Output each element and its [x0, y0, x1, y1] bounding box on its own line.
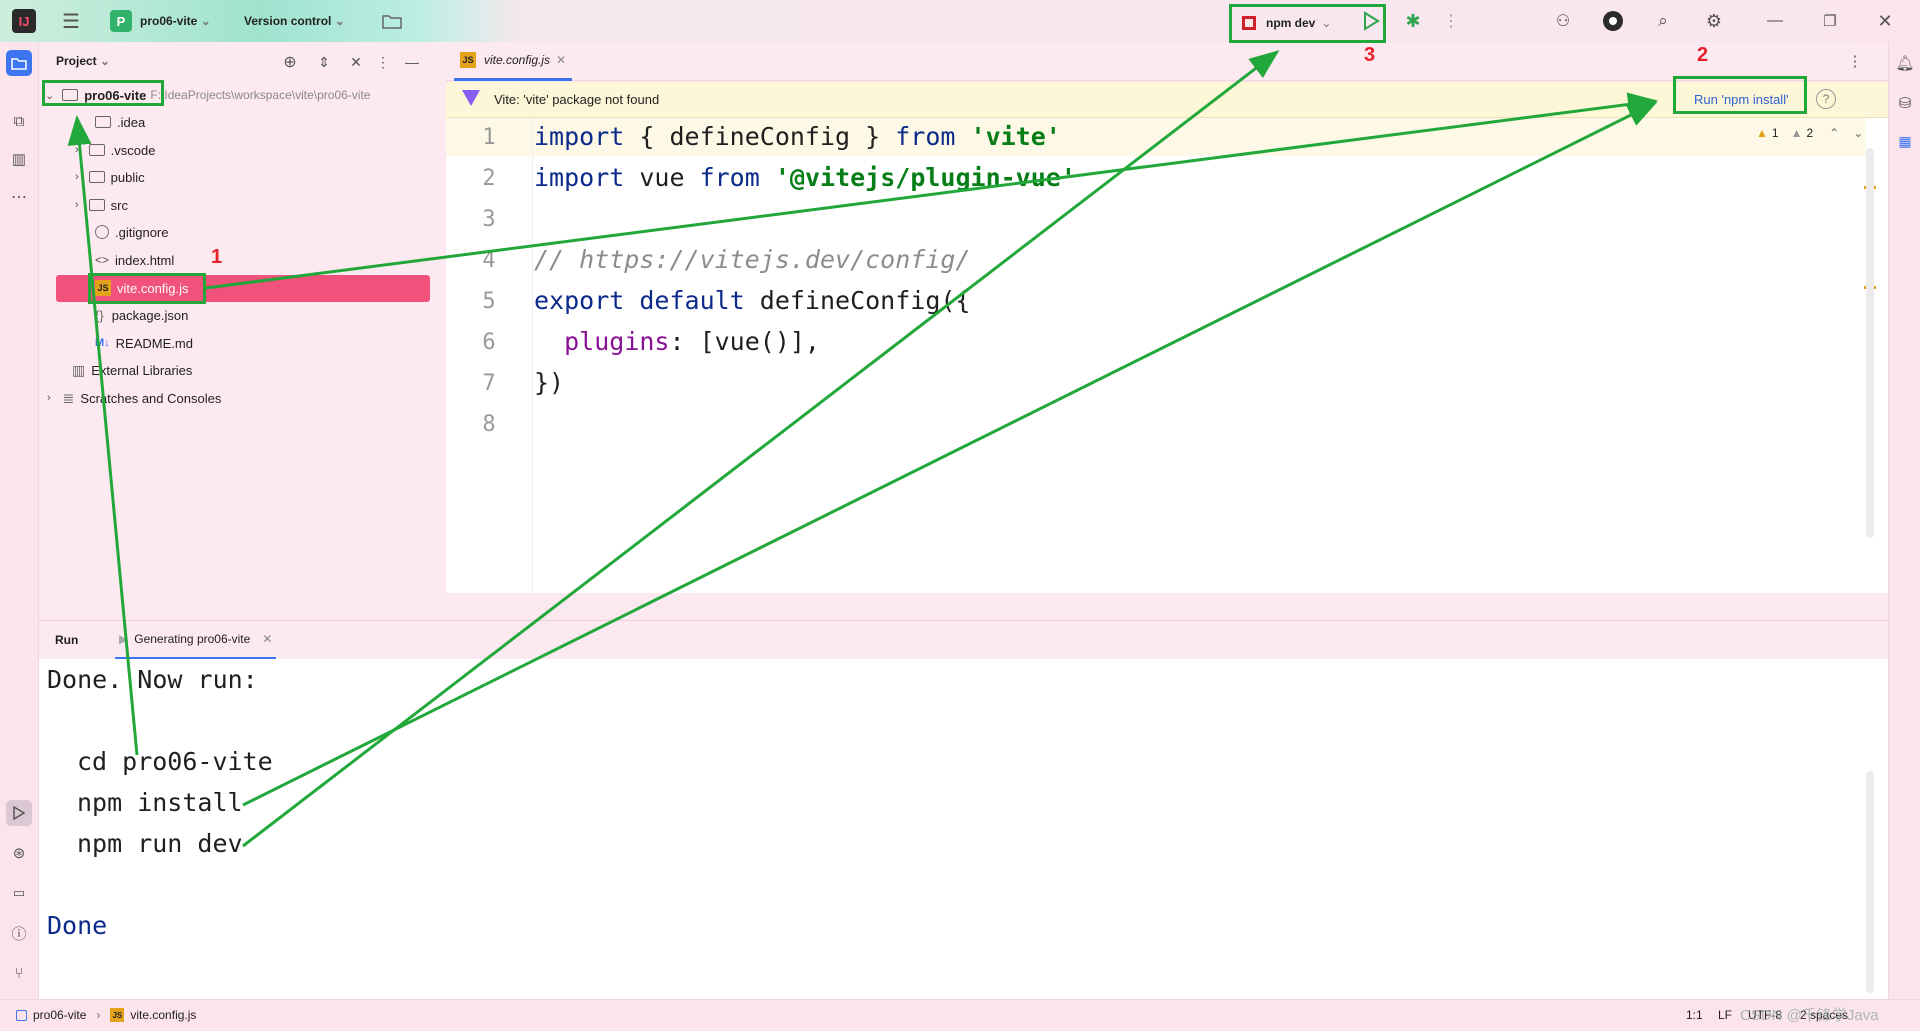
arrow-dev-to-run-config — [242, 50, 1280, 848]
arrow-cd-to-root — [67, 115, 139, 756]
arrow-install-to-action — [242, 101, 1658, 807]
arrow-1-to-npm-install — [205, 92, 1658, 290]
annotation-arrows — [67, 50, 1658, 848]
